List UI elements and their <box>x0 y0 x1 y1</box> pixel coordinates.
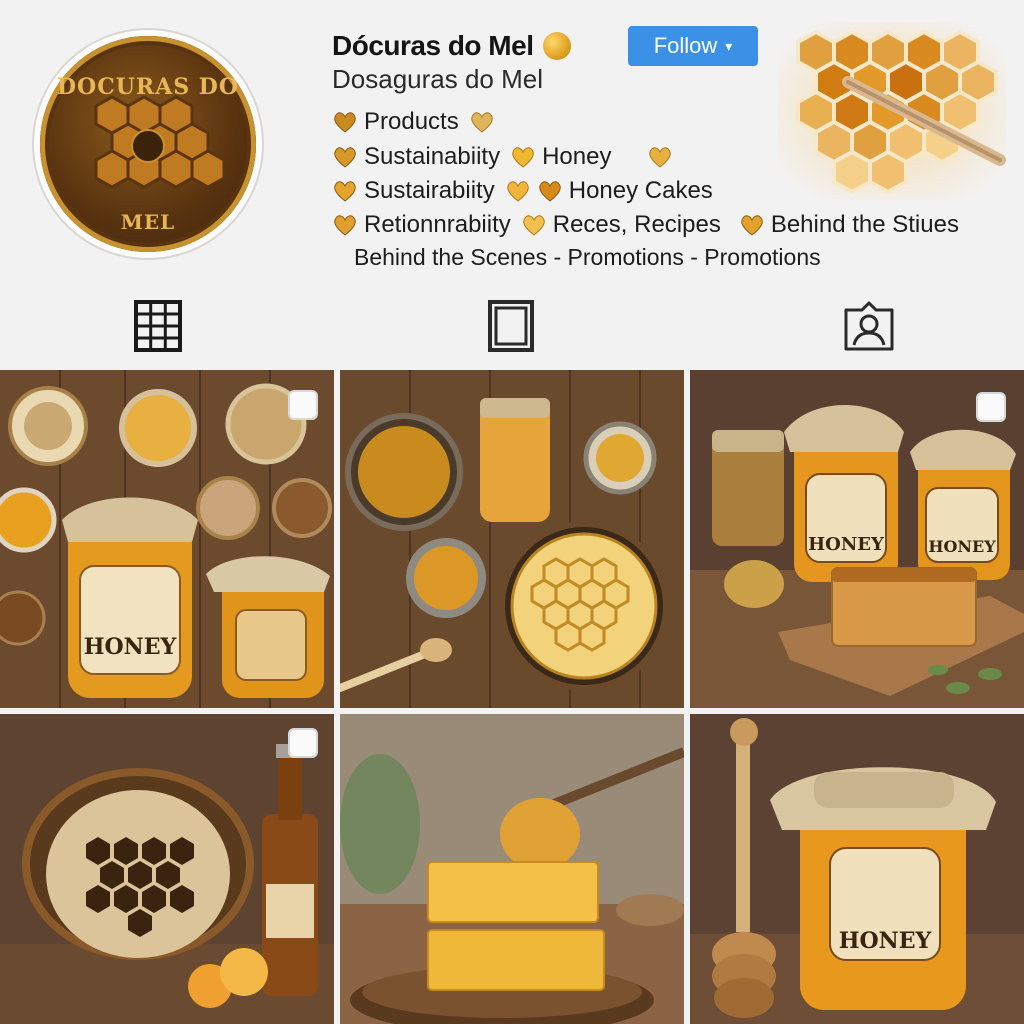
jar-label-text: HONEY <box>84 634 177 660</box>
heart-icon <box>469 110 495 134</box>
heart-icon <box>332 213 358 237</box>
gold-heart-icon <box>543 32 572 60</box>
jar-label-text: HONEY <box>839 928 932 954</box>
tab-posts[interactable] <box>134 300 182 352</box>
profile-name: Dócuras do Mel <box>332 30 534 61</box>
post-tile[interactable] <box>340 370 684 708</box>
honey-jar-dipper-photo: HONEY <box>690 714 1024 1024</box>
post-grid: HONEY HONEY HONEY HONEY <box>0 370 1024 1024</box>
tab-reels[interactable] <box>488 300 534 352</box>
bio-item-honey-cakes: Honey Cakes <box>568 177 713 204</box>
profile-handle: Dosaguras do Mel <box>332 64 543 94</box>
avatar-brand-text: DOCURAS DO <box>56 74 240 100</box>
tagged-icon <box>844 301 894 351</box>
heart-icon <box>332 145 358 169</box>
bio-item-sustainability-2: Sustairabiity <box>364 177 495 204</box>
multi-post-icon <box>290 392 316 418</box>
chevron-down-icon: ▾ <box>725 37 733 54</box>
honeycomb-bowls-photo <box>340 370 684 708</box>
grid-icon <box>134 300 182 352</box>
multi-post-icon <box>978 394 1004 420</box>
bio-line-2: Sustainabiity Honey <box>332 143 679 171</box>
bio-item-honey: Honey <box>542 143 612 170</box>
honeycomb-bottle-photo <box>0 714 334 1024</box>
honey-jars-photo: HONEY <box>0 370 334 708</box>
heart-icon <box>521 213 547 237</box>
profile-avatar[interactable]: DOCURAS DO MEL <box>32 28 264 260</box>
bio-item-responsibility: Retionnrabiity <box>364 211 511 238</box>
heart-icon <box>332 110 358 134</box>
follow-button-label: Follow <box>653 33 718 58</box>
multi-post-icon <box>290 730 316 756</box>
heart-icon <box>647 145 673 169</box>
heart-icon <box>739 213 765 237</box>
post-tile[interactable] <box>0 714 334 1024</box>
post-tile[interactable]: HONEY <box>690 714 1024 1024</box>
bio-line-3: Sustairabiity Honey Cakes <box>332 177 713 205</box>
heart-icon <box>537 179 563 203</box>
bio-item-recipes: Reces, Recipes <box>552 211 721 238</box>
profile-name-row: Dócuras do Mel <box>332 26 572 66</box>
bio-line-5: Behind the Scenes - Promotions - Promoti… <box>354 244 821 271</box>
heart-icon <box>332 179 358 203</box>
reels-icon <box>488 300 534 352</box>
bio-item-products: Products <box>364 108 459 135</box>
heart-icon <box>505 179 531 203</box>
post-tile[interactable]: HONEY HONEY <box>690 370 1024 708</box>
post-tile[interactable] <box>340 714 684 1024</box>
honeycomb-dipper-image <box>778 22 1006 200</box>
bio-line-1: Products <box>332 108 501 136</box>
bio-item-behind-the-scenes: Behind the Stiues <box>770 211 959 238</box>
honey-cake-slice-photo <box>340 714 684 1024</box>
bio-line-4: Retionnrabiity Reces, Recipes Behind the… <box>332 211 959 239</box>
jar-label-text: HONEY <box>808 534 885 555</box>
heart-icon <box>510 145 536 169</box>
follow-button[interactable]: Follow ▾ <box>628 26 758 66</box>
jar-label-text: HONEY <box>928 537 996 556</box>
tab-tagged[interactable] <box>842 300 896 352</box>
post-tile[interactable]: HONEY <box>0 370 334 708</box>
profile-tabs <box>0 286 1024 366</box>
avatar-brand-subtext: MEL <box>120 210 176 234</box>
bio-item-promotions: Behind the Scenes - Promotions - Promoti… <box>354 244 821 270</box>
bio-item-sustainability: Sustainabiity <box>364 143 501 170</box>
honey-cake-jars-photo: HONEY HONEY <box>690 370 1024 708</box>
